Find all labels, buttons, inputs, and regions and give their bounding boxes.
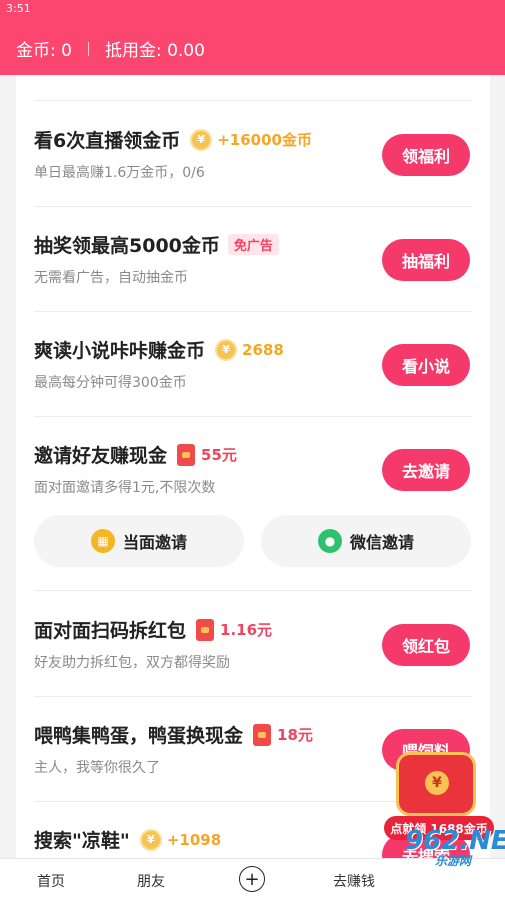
task-subtitle: 单日最高赚1.6万金币，0/6 bbox=[34, 165, 205, 181]
task-title: 面对面扫码拆红包 bbox=[34, 620, 187, 642]
task-title: 抽奖领最高5000金币 bbox=[34, 235, 220, 257]
task-card: 看6次直播领金币 ¥ +16000金币 单日最高赚1.6万金币，0/6 领福利 … bbox=[16, 75, 490, 858]
watermark-logo: 962.NET 乐游网 bbox=[405, 826, 505, 886]
red-envelope-icon bbox=[196, 618, 215, 641]
task-button[interactable]: 领福利 bbox=[382, 134, 470, 176]
task-subtitle: 面对面邀请多得1元,不限次数 bbox=[34, 480, 216, 496]
coin-icon: ¥ bbox=[215, 338, 238, 361]
status-time: 3:51 bbox=[6, 2, 31, 15]
task-reward-value: 18元 bbox=[277, 726, 313, 744]
task-title-wrap: 搜索"凉鞋" ¥ +1098 bbox=[34, 826, 221, 853]
task-reward-value: 55元 bbox=[201, 446, 237, 464]
task-row-invite: 邀请好友赚现金 55元 面对面邀请多得1元,不限次数 去邀请 bbox=[16, 417, 490, 522]
task-reward: 1.16元 bbox=[196, 618, 273, 641]
task-row-live: 看6次直播领金币 ¥ +16000金币 单日最高赚1.6万金币，0/6 领福利 bbox=[16, 102, 490, 207]
wechat-invite-button[interactable]: ● 微信邀请 bbox=[261, 515, 471, 567]
face-invite-button[interactable]: ▦ 当面邀请 bbox=[34, 515, 244, 567]
balance-bar: 金币: 0 抵用金: 0.00 bbox=[16, 36, 205, 61]
task-row-lottery: 抽奖领最高5000金币 免广告 无需看广告，自动抽金币 抽福利 bbox=[16, 207, 490, 312]
nav-earn[interactable]: 去赚钱 bbox=[333, 871, 375, 891]
task-title: 爽读小说咔咔赚金币 bbox=[34, 340, 206, 362]
task-title-wrap: 喂鸭集鸭蛋，鸭蛋换现金 18元 bbox=[34, 721, 313, 748]
treasure-chest-icon bbox=[396, 752, 476, 816]
coin-icon: ¥ bbox=[139, 828, 162, 851]
top-bar: 3:51 金币: 0 抵用金: 0.00 bbox=[0, 0, 505, 75]
balance-divider bbox=[87, 41, 89, 56]
task-title-wrap: 爽读小说咔咔赚金币 ¥ 2688 bbox=[34, 336, 284, 363]
task-reward-value: 2688 bbox=[242, 340, 284, 359]
task-title-wrap: 面对面扫码拆红包 1.16元 bbox=[34, 616, 272, 643]
coin-icon: ¥ bbox=[190, 128, 213, 151]
task-title-wrap: 邀请好友赚现金 55元 bbox=[34, 441, 237, 468]
red-envelope-icon bbox=[253, 723, 272, 746]
plus-icon[interactable]: + bbox=[239, 866, 265, 892]
wechat-icon: ● bbox=[317, 529, 342, 553]
wechat-invite-label: 微信邀请 bbox=[349, 533, 414, 552]
task-row-novel: 爽读小说咔咔赚金币 ¥ 2688 最高每分钟可得300金币 看小说 bbox=[16, 312, 490, 417]
task-title: 邀请好友赚现金 bbox=[34, 445, 168, 467]
task-subtitle: 无需看广告，自动抽金币 bbox=[34, 270, 188, 286]
task-reward: 55元 bbox=[177, 443, 237, 466]
task-reward-value: 1.16元 bbox=[220, 621, 273, 639]
task-subtitle: 好友助力拆红包，双方都得奖励 bbox=[34, 655, 230, 671]
divider bbox=[34, 590, 472, 591]
task-button[interactable]: 去邀请 bbox=[382, 449, 470, 491]
task-button[interactable]: 领红包 bbox=[382, 624, 470, 666]
task-button[interactable]: 抽福利 bbox=[382, 239, 470, 281]
nav-friends[interactable]: 朋友 bbox=[137, 871, 165, 891]
deduct-balance[interactable]: 抵用金: 0.00 bbox=[105, 36, 205, 61]
qr-code-icon: ▦ bbox=[90, 529, 115, 553]
task-button[interactable]: 看小说 bbox=[382, 344, 470, 386]
divider bbox=[34, 100, 472, 101]
task-subtitle: 主人，我等你很久了 bbox=[34, 760, 160, 776]
task-reward: ¥ +1098 bbox=[139, 828, 222, 851]
task-title: 搜索"凉鞋" bbox=[34, 830, 130, 852]
task-reward-value: +16000金币 bbox=[217, 131, 312, 149]
task-title: 看6次直播领金币 bbox=[34, 130, 181, 152]
task-title-wrap: 看6次直播领金币 ¥ +16000金币 bbox=[34, 126, 312, 153]
ad-free-badge: 免广告 bbox=[227, 234, 279, 255]
red-envelope-icon bbox=[177, 443, 196, 466]
task-title-wrap: 抽奖领最高5000金币 免广告 bbox=[34, 231, 279, 258]
face-invite-label: 当面邀请 bbox=[122, 533, 187, 552]
task-subtitle: 最高每分钟可得300金币 bbox=[34, 375, 187, 391]
task-reward-value: +1098 bbox=[166, 830, 222, 849]
task-reward: ¥ 2688 bbox=[215, 338, 284, 361]
coins-balance[interactable]: 金币: 0 bbox=[16, 36, 72, 61]
task-reward: 18元 bbox=[253, 723, 313, 746]
nav-home[interactable]: 首页 bbox=[37, 871, 65, 891]
task-reward: ¥ +16000金币 bbox=[190, 128, 312, 151]
task-row-scan: 面对面扫码拆红包 1.16元 好友助力拆红包，双方都得奖励 领红包 bbox=[16, 592, 490, 697]
task-title: 喂鸭集鸭蛋，鸭蛋换现金 bbox=[34, 725, 244, 747]
